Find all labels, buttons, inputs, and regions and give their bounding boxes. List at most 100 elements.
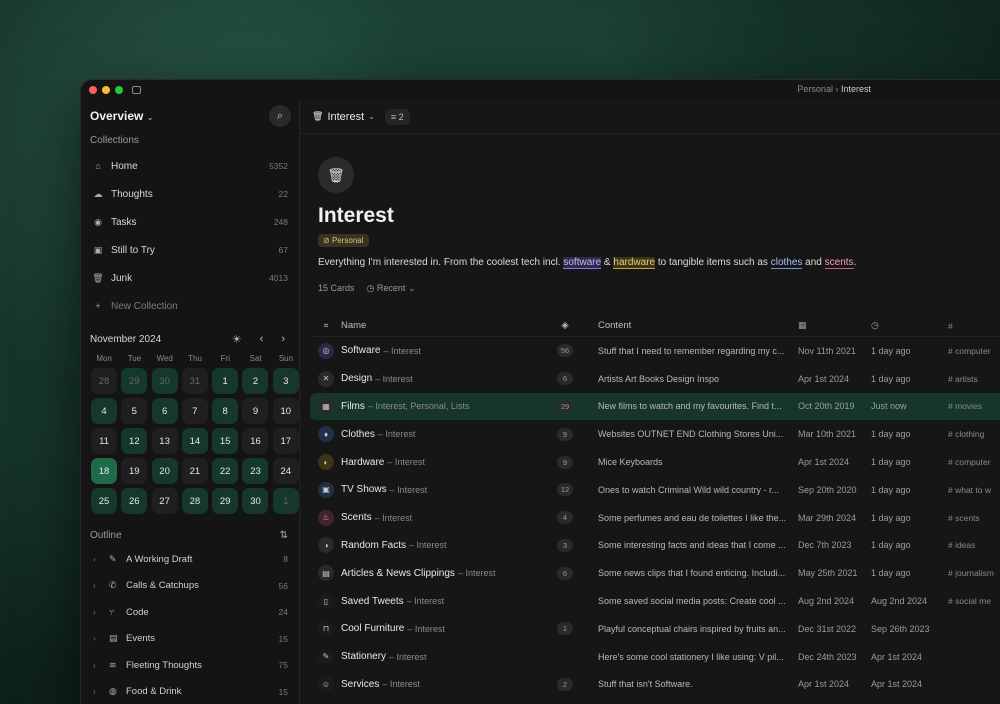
table-row[interactable]: ✎ Stationery – Interest Here's some cool st… bbox=[310, 643, 1000, 671]
calendar-day[interactable]: 12 bbox=[121, 428, 148, 454]
table-row[interactable]: ◎ Software – Interest 56 Stuff that I need t… bbox=[310, 337, 1000, 365]
calendar-day[interactable]: 30 bbox=[242, 488, 269, 514]
card-tag[interactable]: # ideas bbox=[948, 540, 1000, 550]
software-mention[interactable]: software bbox=[563, 257, 602, 269]
sidebar-item-still-to-try[interactable]: ▣ Still to Try 67 bbox=[89, 236, 291, 264]
outline-item-code[interactable]: › ⑂ Code 24 bbox=[89, 599, 291, 626]
card-tag[interactable]: # artists bbox=[948, 374, 1000, 384]
search-button[interactable]: ⌕ bbox=[269, 105, 291, 127]
chevron-right-icon[interactable]: › bbox=[93, 661, 103, 670]
stack-column-header[interactable]: ◈ bbox=[550, 320, 580, 331]
calendar-day[interactable]: 23 bbox=[242, 458, 269, 484]
calendar-day[interactable]: 22 bbox=[212, 458, 239, 484]
calendar-day[interactable]: 21 bbox=[181, 458, 208, 484]
calendar-day[interactable]: 3 bbox=[272, 368, 299, 394]
calendar-day[interactable]: 15 bbox=[212, 428, 239, 454]
card-name[interactable]: Design bbox=[341, 373, 372, 384]
table-row[interactable]: ♦ Clothes – Interest 9 Websites OUTNET END C… bbox=[310, 420, 1000, 448]
table-row[interactable]: ◐ Hardware – Interest 9 Mice Keyboards Apr 1s… bbox=[310, 448, 1000, 476]
tags-column-header[interactable]: # bbox=[948, 321, 1000, 331]
prev-month-button[interactable]: ‹ bbox=[260, 333, 264, 346]
outline-item-events[interactable]: › ▤ Events 15 bbox=[89, 626, 291, 653]
sidebar-item-tasks[interactable]: ◉ Tasks 248 bbox=[89, 208, 291, 236]
card-tag[interactable]: # what to w bbox=[948, 485, 1000, 495]
calendar-day[interactable]: 4 bbox=[91, 398, 117, 424]
hardware-mention[interactable]: hardware bbox=[613, 257, 656, 269]
sidebar-item-home[interactable]: ⌂ Home 5352 bbox=[89, 152, 291, 180]
table-row[interactable]: ▣ TV Shows – Interest 12 Ones to watch Crimi… bbox=[310, 476, 1000, 504]
card-tag[interactable]: # journalism bbox=[948, 568, 1000, 578]
content-column-header[interactable]: Content bbox=[580, 320, 798, 331]
chevron-right-icon[interactable]: › bbox=[93, 687, 103, 696]
calendar-day[interactable]: 25 bbox=[91, 488, 117, 514]
calendar-day[interactable]: 29 bbox=[212, 488, 239, 514]
card-name[interactable]: TV Shows bbox=[341, 484, 387, 495]
card-name[interactable]: Hardware bbox=[341, 457, 384, 468]
table-row[interactable]: ☺ Services – Interest 2 Stuff that isn't Sof… bbox=[310, 671, 1000, 699]
outline-item-calls-catchups[interactable]: › ✆ Calls & Catchups 56 bbox=[89, 573, 291, 600]
updated-column-header[interactable]: ◷ bbox=[871, 320, 948, 331]
calendar-day[interactable]: 5 bbox=[121, 398, 148, 424]
chevron-right-icon[interactable]: › bbox=[93, 634, 103, 643]
outline-item-food-drink[interactable]: › ◍ Food & Drink 15 bbox=[89, 679, 291, 704]
chevron-right-icon[interactable]: › bbox=[93, 608, 103, 617]
table-row[interactable]: ✕ Design – Interest 6 Artists Art Books Desi… bbox=[310, 365, 1000, 393]
card-name[interactable]: Saved Tweets bbox=[341, 596, 404, 607]
new-collection-button[interactable]: + New Collection bbox=[89, 292, 291, 320]
calendar-day[interactable]: 29 bbox=[121, 368, 148, 394]
calendar-day[interactable]: 17 bbox=[272, 428, 299, 454]
sidebar-item-thoughts[interactable]: ☁ Thoughts 22 bbox=[89, 180, 291, 208]
clothes-mention[interactable]: clothes bbox=[770, 257, 803, 269]
table-row[interactable]: ▦ Films – Interest, Personal, Lists 29 New f… bbox=[310, 392, 1000, 421]
name-column-header[interactable]: ⌗ Name bbox=[310, 318, 550, 334]
calendar-day[interactable]: 28 bbox=[91, 368, 117, 394]
collection-dropdown[interactable]: 🗑 Interest ⌄ bbox=[312, 111, 375, 123]
sidebar-item-junk[interactable]: 🗑 Junk 4013 bbox=[89, 264, 291, 292]
calendar-day[interactable]: 1 bbox=[272, 488, 299, 514]
calendar-day[interactable]: 14 bbox=[181, 428, 208, 454]
personal-tag[interactable]: ⊘ Personal bbox=[318, 234, 369, 247]
next-month-button[interactable]: › bbox=[281, 333, 285, 346]
card-name[interactable]: Clothes bbox=[341, 429, 375, 440]
table-row[interactable]: ♨ Scents – Interest 4 Some perfumes and eau … bbox=[310, 504, 1000, 532]
zoom-window-button[interactable] bbox=[115, 86, 123, 94]
calendar-day[interactable]: 27 bbox=[151, 488, 178, 514]
card-name[interactable]: Scents bbox=[341, 512, 372, 523]
minimize-window-button[interactable] bbox=[102, 86, 110, 94]
card-name[interactable]: Films bbox=[341, 401, 365, 412]
table-row[interactable]: ⊓ Cool Furniture – Interest 1 Playful concep… bbox=[310, 615, 1000, 643]
card-name[interactable]: Services bbox=[341, 679, 379, 690]
table-row[interactable]: ▤ Articles & News Clippings – Interest 6 Som… bbox=[310, 559, 1000, 587]
calendar-day[interactable]: 16 bbox=[242, 428, 269, 454]
card-name[interactable]: Random Facts bbox=[341, 540, 406, 551]
chevron-right-icon[interactable]: › bbox=[93, 555, 103, 564]
calendar-day[interactable]: 18 bbox=[91, 458, 117, 484]
card-tag[interactable]: # scents bbox=[948, 513, 1000, 523]
calendar-day[interactable]: 19 bbox=[121, 458, 148, 484]
calendar-day[interactable]: 10 bbox=[272, 398, 299, 424]
table-row[interactable]: ▯ Saved Tweets – Interest Some saved social… bbox=[310, 587, 1000, 615]
breadcrumb-parent[interactable]: Personal bbox=[797, 84, 833, 94]
calendar-day[interactable]: 6 bbox=[151, 398, 178, 424]
filter-button[interactable]: ≡ 2 bbox=[384, 108, 410, 125]
calendar-day[interactable]: 30 bbox=[151, 368, 178, 394]
sidebar-toggle-icon[interactable] bbox=[132, 86, 141, 94]
calendar-day[interactable]: 31 bbox=[181, 368, 208, 394]
calendar-day[interactable]: 13 bbox=[151, 428, 178, 454]
close-window-button[interactable] bbox=[89, 86, 97, 94]
table-row[interactable]: ◑ Random Facts – Interest 3 Some interesting… bbox=[310, 532, 1000, 560]
card-name[interactable]: Articles & News Clippings bbox=[341, 568, 455, 579]
scents-mention[interactable]: scents bbox=[824, 257, 854, 269]
sort-icon[interactable]: ⇅ bbox=[280, 530, 291, 541]
card-tag[interactable]: # social me bbox=[948, 596, 1000, 606]
calendar-day[interactable]: 24 bbox=[272, 458, 299, 484]
card-tag[interactable]: # computer bbox=[948, 457, 1000, 467]
calendar-day[interactable]: 7 bbox=[181, 398, 208, 424]
created-column-header[interactable]: ▦ bbox=[798, 320, 871, 331]
calendar-day[interactable]: 11 bbox=[91, 428, 117, 454]
calendar-day[interactable]: 28 bbox=[181, 488, 208, 514]
sun-icon[interactable]: ☀ bbox=[232, 333, 242, 346]
overview-dropdown[interactable]: Overview ⌄ bbox=[90, 109, 153, 123]
card-tag[interactable]: # computer bbox=[948, 346, 1000, 356]
collection-trash-icon[interactable]: 🗑 bbox=[318, 157, 354, 193]
